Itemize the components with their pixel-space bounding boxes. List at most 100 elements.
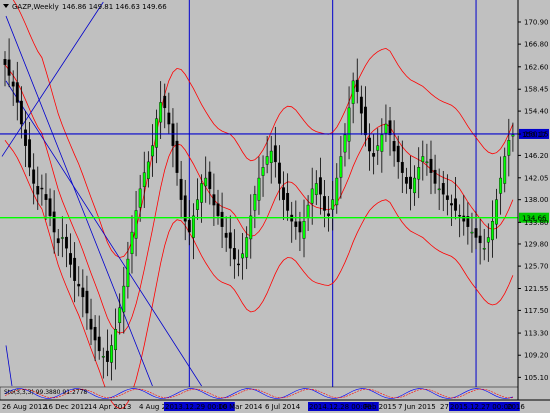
candle-body bbox=[511, 134, 515, 137]
candle-body bbox=[237, 263, 240, 266]
time-tick-label: 16 Mar 2014 bbox=[218, 403, 263, 411]
candle-body bbox=[392, 141, 396, 152]
candle-body bbox=[196, 199, 199, 210]
candle-body bbox=[298, 221, 302, 233]
candle-body bbox=[204, 177, 208, 187]
candle-body bbox=[101, 356, 105, 358]
candle-body bbox=[85, 290, 89, 314]
candle-body bbox=[490, 221, 494, 241]
price-tick-label: 142.05 bbox=[524, 174, 549, 182]
candle-body bbox=[77, 283, 81, 287]
price-tick-label: 158.45 bbox=[524, 86, 549, 94]
candle-body bbox=[245, 237, 249, 258]
candle-body bbox=[3, 59, 7, 65]
candle-body bbox=[495, 199, 498, 225]
candle-body bbox=[105, 350, 109, 362]
candle-body bbox=[134, 210, 138, 239]
time-tick-label: 14 Apr 2013 bbox=[88, 403, 131, 411]
candle-body bbox=[409, 176, 412, 190]
candle-body bbox=[503, 156, 507, 184]
candle-body bbox=[175, 140, 179, 173]
candle-body bbox=[482, 248, 486, 250]
candle-body bbox=[310, 188, 314, 204]
stochastic-label: Sto(3,3,3) 99.3880 91.2778 bbox=[4, 389, 87, 396]
price-tick-label: 166.80 bbox=[524, 41, 549, 49]
candle-body bbox=[220, 211, 224, 227]
candle-body bbox=[24, 129, 27, 146]
price-tick-label: 125.70 bbox=[524, 263, 549, 271]
candle-body bbox=[499, 177, 503, 194]
candle-body bbox=[441, 183, 445, 195]
candle-body bbox=[212, 194, 216, 206]
candle-body bbox=[28, 139, 32, 168]
price-tick-label: 121.55 bbox=[524, 285, 549, 293]
symbol-label: GAZP,Weekly bbox=[12, 3, 59, 11]
candle-body bbox=[388, 120, 392, 136]
candle-body bbox=[257, 177, 261, 201]
candle-body bbox=[65, 236, 68, 249]
candle-body bbox=[36, 186, 40, 195]
candle-body bbox=[282, 187, 285, 200]
candle-body bbox=[44, 194, 48, 200]
candle-body bbox=[347, 107, 351, 142]
candle-body bbox=[146, 161, 150, 179]
price-tick-label: 129.80 bbox=[524, 240, 549, 248]
time-tick-label: 16 Dec 2012 bbox=[44, 403, 89, 411]
candle-body bbox=[224, 232, 228, 238]
candle-body bbox=[118, 307, 122, 324]
time-tick-label: Feb 2015 bbox=[364, 403, 396, 411]
candle-body bbox=[450, 203, 453, 206]
candle-body bbox=[11, 81, 15, 87]
time-tick-label: 2016 bbox=[507, 403, 525, 411]
candle-body bbox=[368, 137, 371, 152]
price-tick-label: 133.80 bbox=[524, 219, 549, 227]
candle-body bbox=[73, 257, 77, 281]
candle-body bbox=[60, 237, 64, 239]
candle-body bbox=[110, 345, 113, 363]
candle-body bbox=[114, 329, 118, 351]
candle-body bbox=[302, 221, 306, 239]
price-tick-label: 154.40 bbox=[524, 108, 549, 116]
candle-body bbox=[167, 112, 171, 125]
candle-body bbox=[97, 336, 101, 352]
candle-body bbox=[163, 95, 167, 109]
price-tick-label: 150.15 bbox=[524, 131, 549, 139]
candle-body bbox=[364, 106, 367, 136]
candle-body bbox=[265, 156, 269, 165]
candle-body bbox=[404, 177, 408, 184]
candle-body bbox=[32, 169, 36, 184]
candle-body bbox=[19, 100, 23, 125]
candle-body bbox=[7, 59, 11, 76]
candle-body bbox=[486, 237, 490, 243]
candle-body bbox=[208, 171, 212, 190]
candle-body bbox=[376, 145, 380, 151]
candle-body bbox=[478, 235, 482, 244]
candle-body bbox=[417, 167, 421, 180]
price-tick-label: 146.20 bbox=[524, 152, 549, 160]
candle-body bbox=[228, 232, 232, 249]
price-chart[interactable]: 150.17134.66 170.90166.80162.60158.45154… bbox=[0, 0, 550, 413]
candle-body bbox=[425, 161, 429, 164]
candle-body bbox=[306, 204, 310, 219]
candle-body bbox=[359, 96, 363, 114]
candle-body bbox=[400, 161, 404, 173]
candle-body bbox=[69, 253, 72, 265]
candle-body bbox=[89, 318, 93, 330]
candle-body bbox=[429, 158, 433, 173]
candle-body bbox=[138, 188, 142, 208]
price-tick-label: 170.90 bbox=[524, 18, 549, 26]
price-tick-label: 162.60 bbox=[524, 63, 549, 71]
candle-body bbox=[40, 187, 44, 190]
time-tick-label: 27 bbox=[440, 403, 449, 411]
time-tick-label: 6 Jul 2014 bbox=[265, 403, 301, 411]
candle-body bbox=[191, 215, 195, 238]
price-tick-label: 117.50 bbox=[524, 307, 549, 315]
candle-body bbox=[314, 183, 318, 195]
candle-body bbox=[335, 177, 339, 206]
candle-body bbox=[380, 134, 384, 152]
candle-body bbox=[351, 80, 355, 104]
candle-body bbox=[454, 198, 457, 211]
candle-body bbox=[396, 145, 400, 163]
candle-body bbox=[507, 140, 511, 156]
candle-body bbox=[372, 153, 376, 157]
